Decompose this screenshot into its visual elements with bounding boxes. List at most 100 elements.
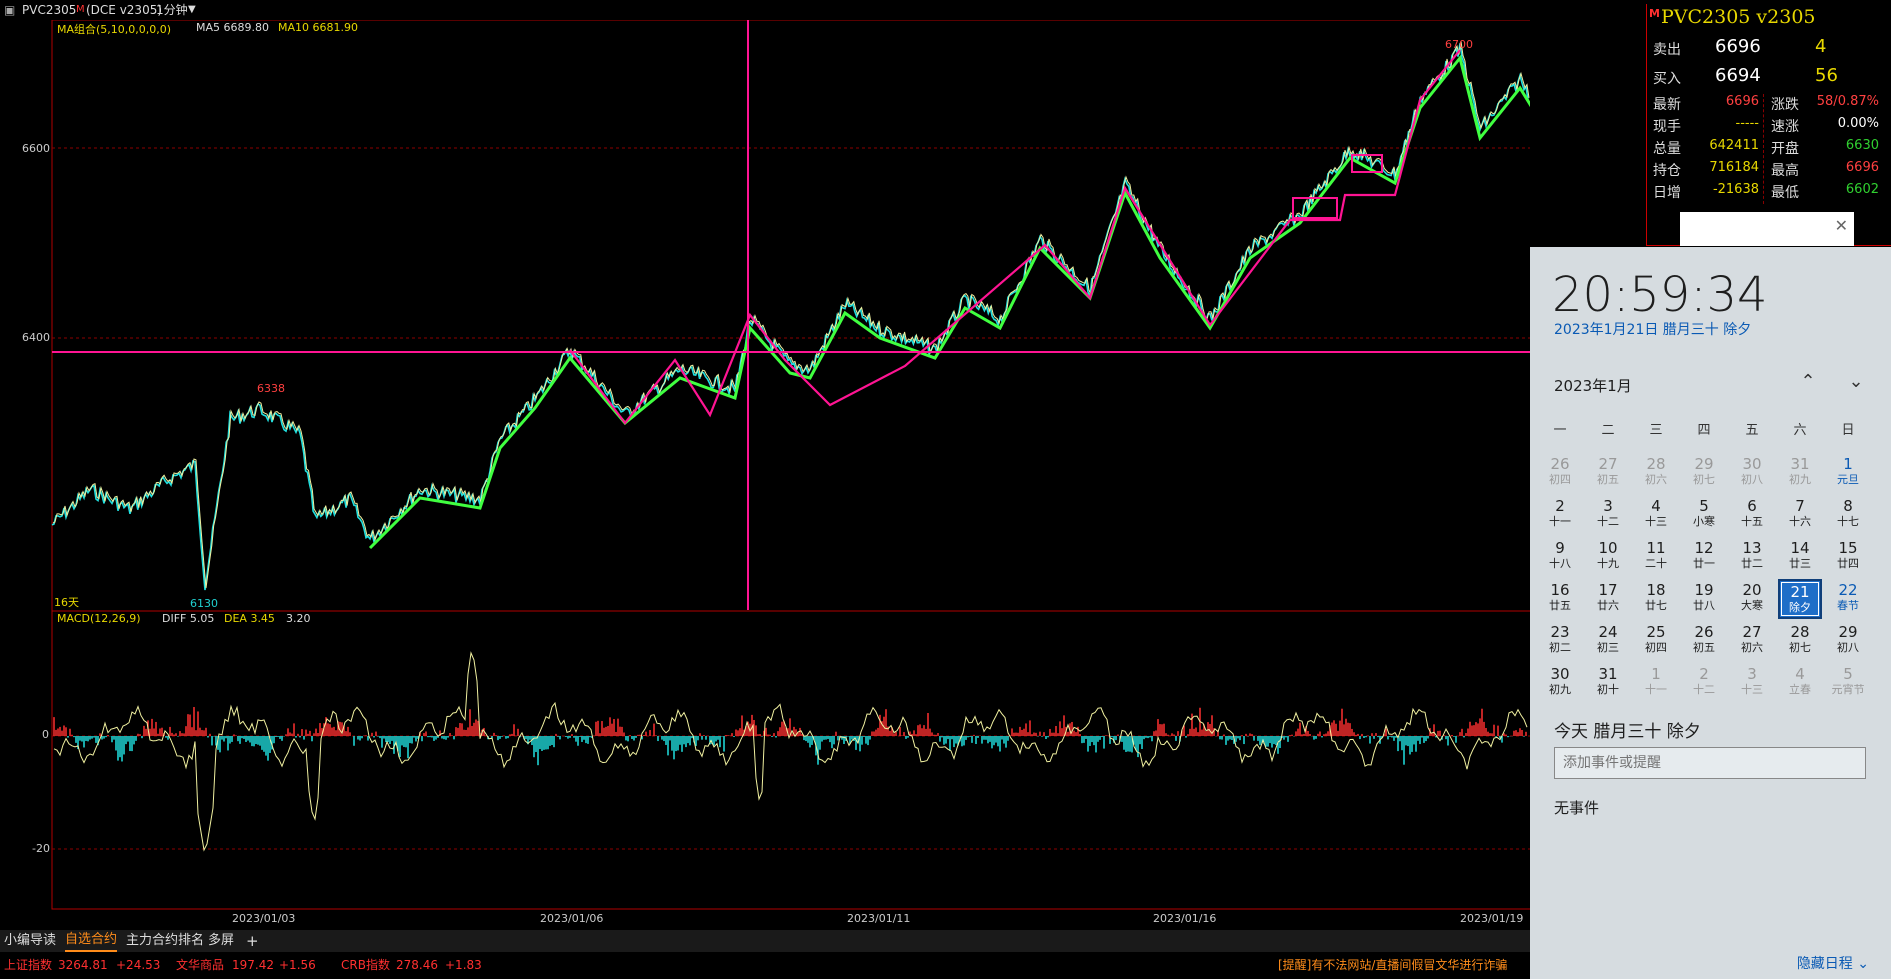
day-number: 4 [1795,665,1805,683]
ma5-line [52,41,1530,589]
calendar-day[interactable]: 3 十二 [1586,495,1630,535]
calendar-day[interactable]: 1 十一 [1634,663,1678,703]
calendar-day[interactable]: 12 廿一 [1682,537,1726,577]
high-marker: 6700 [1445,38,1473,51]
quote-field-value: 6602 [1845,182,1879,197]
day-number: 31 [1790,455,1810,473]
lunar-label: 元旦 [1837,473,1859,486]
chart-area[interactable]: MA组合(5,10,0,0,0,0) MA5 6689.80 MA10 6681… [0,20,1530,930]
day-number: 31 [1598,665,1618,683]
symbol-label[interactable]: PVC2305 [22,0,76,20]
hide-agenda-label: 隐藏日程 [1796,956,1853,972]
time-tick: 2023/01/19 [1460,912,1524,925]
day-number: 27 [1598,455,1618,473]
lunar-label: 廿四 [1837,557,1859,570]
chevron-down-icon[interactable]: ▼ [188,0,196,20]
lunar-label: 初八 [1837,641,1859,654]
sell-label: 卖出 [1653,42,1681,58]
period-selector[interactable]: 1分钟 [156,0,188,20]
calendar-day[interactable]: 3 十三 [1730,663,1774,703]
calendar-day[interactable]: 7 十六 [1778,495,1822,535]
lunar-label: 初十 [1597,683,1619,696]
day-number: 20 [1742,581,1762,599]
calendar-day[interactable]: 19 廿八 [1682,579,1726,619]
lunar-label: 初七 [1693,473,1715,486]
calendar-day[interactable]: 26 初五 [1682,621,1726,661]
day-number: 24 [1598,623,1618,641]
add-event-input[interactable] [1554,747,1866,779]
calendar-day[interactable]: 28 初七 [1778,621,1822,661]
index-name[interactable]: CRB指数 [341,952,390,979]
close-icon[interactable]: ✕ [1835,216,1848,235]
lunar-label: 十七 [1837,515,1859,528]
kline-chart-svg[interactable] [0,20,1530,930]
calendar-day[interactable]: 13 廿二 [1730,537,1774,577]
lunar-label: 廿六 [1597,599,1619,612]
calendar-day[interactable]: 16 廿五 [1538,579,1582,619]
popup-box: ✕ [1680,212,1854,246]
tab-multi-screen[interactable]: 多屏 [208,930,234,952]
calendar-day[interactable]: 17 廿六 [1586,579,1630,619]
calendar-day[interactable]: 8 十七 [1826,495,1870,535]
time-tick: 2023/01/06 [540,912,604,925]
day-number: 2 [1699,665,1709,683]
tab-main-contract-rank[interactable]: 主力合约排名 [126,930,204,952]
calendar-day[interactable]: 18 廿七 [1634,579,1678,619]
chevron-down-icon[interactable]: ⌄ [1844,371,1868,392]
lunar-label: 除夕 [1789,601,1811,614]
macd-indicator-label[interactable]: MACD(12,26,9) [57,612,141,625]
tab-watchlist[interactable]: 自选合约 [65,930,118,952]
weekday-header: 二 [1601,423,1615,438]
chevron-up-icon[interactable]: ⌃ [1796,371,1820,392]
ma-indicator-label[interactable]: MA组合(5,10,0,0,0,0) [57,21,171,37]
calendar-day[interactable]: 29 初八 [1826,621,1870,661]
calendar-day[interactable]: 9 十八 [1538,537,1582,577]
calendar-day[interactable]: 4 立春 [1778,663,1822,703]
calendar-day[interactable]: 2 十一 [1538,495,1582,535]
calendar-day[interactable]: 1 元旦 [1826,453,1870,493]
calendar-day[interactable]: 14 廿三 [1778,537,1822,577]
clock-date[interactable]: 2023年1月21日 腊月三十 除夕 [1554,319,1751,339]
hide-agenda-button[interactable]: 隐藏日程 ⌄ [1797,953,1869,973]
add-tab-button[interactable]: + [246,930,259,952]
fraud-notice[interactable]: [提醒]有不法网站/直播间假冒文华进行诈骗 [1278,952,1507,979]
calendar-day[interactable]: 4 十三 [1634,495,1678,535]
diff-value: DIFF 5.05 [162,612,215,625]
calendar-day[interactable]: 5 元宵节 [1826,663,1870,703]
calendar-day[interactable]: 5 小寒 [1682,495,1726,535]
day-number: 3 [1747,665,1757,683]
calendar-day[interactable]: 26 初四 [1538,453,1582,493]
day-number: 15 [1838,539,1858,557]
today-title: 今天 腊月三十 除夕 [1554,722,1701,742]
calendar-day[interactable]: 28 初六 [1634,453,1678,493]
quote-field-value: 642411 [1709,138,1759,153]
macd-pane-frame [51,610,1530,910]
calendar-day[interactable]: 15 廿四 [1826,537,1870,577]
index-name[interactable]: 文华商品 [176,952,224,979]
calendar-day[interactable]: 27 初六 [1730,621,1774,661]
menu-icon[interactable]: ▣ [4,0,15,20]
calendar-day[interactable]: 10 十九 [1586,537,1630,577]
weekday-header: 一 [1553,423,1567,438]
calendar-day[interactable]: 22 春节 [1826,579,1870,619]
tab-editor-guide[interactable]: 小编导读 [4,930,56,952]
calendar-day[interactable]: 11 二十 [1634,537,1678,577]
calendar-day[interactable]: 6 十五 [1730,495,1774,535]
calendar-day[interactable]: 31 初十 [1586,663,1630,703]
calendar-day[interactable]: 24 初三 [1586,621,1630,661]
calendar-day[interactable]: 2 十二 [1682,663,1726,703]
index-name[interactable]: 上证指数 [4,952,52,979]
calendar-day[interactable]: 30 初九 [1538,663,1582,703]
lunar-label: 十三 [1645,515,1667,528]
calendar-day[interactable]: 31 初九 [1778,453,1822,493]
calendar-day[interactable]: 25 初四 [1634,621,1678,661]
day-number: 9 [1555,539,1565,557]
lunar-label: 廿八 [1693,599,1715,612]
calendar-day[interactable]: 29 初七 [1682,453,1726,493]
calendar-day[interactable]: 20 大寒 [1730,579,1774,619]
month-label[interactable]: 2023年1月 [1554,375,1632,396]
calendar-day[interactable]: 27 初五 [1586,453,1630,493]
calendar-day[interactable]: 23 初二 [1538,621,1582,661]
calendar-day[interactable]: 30 初八 [1730,453,1774,493]
calendar-day-today[interactable]: 21 除夕 [1778,579,1822,619]
